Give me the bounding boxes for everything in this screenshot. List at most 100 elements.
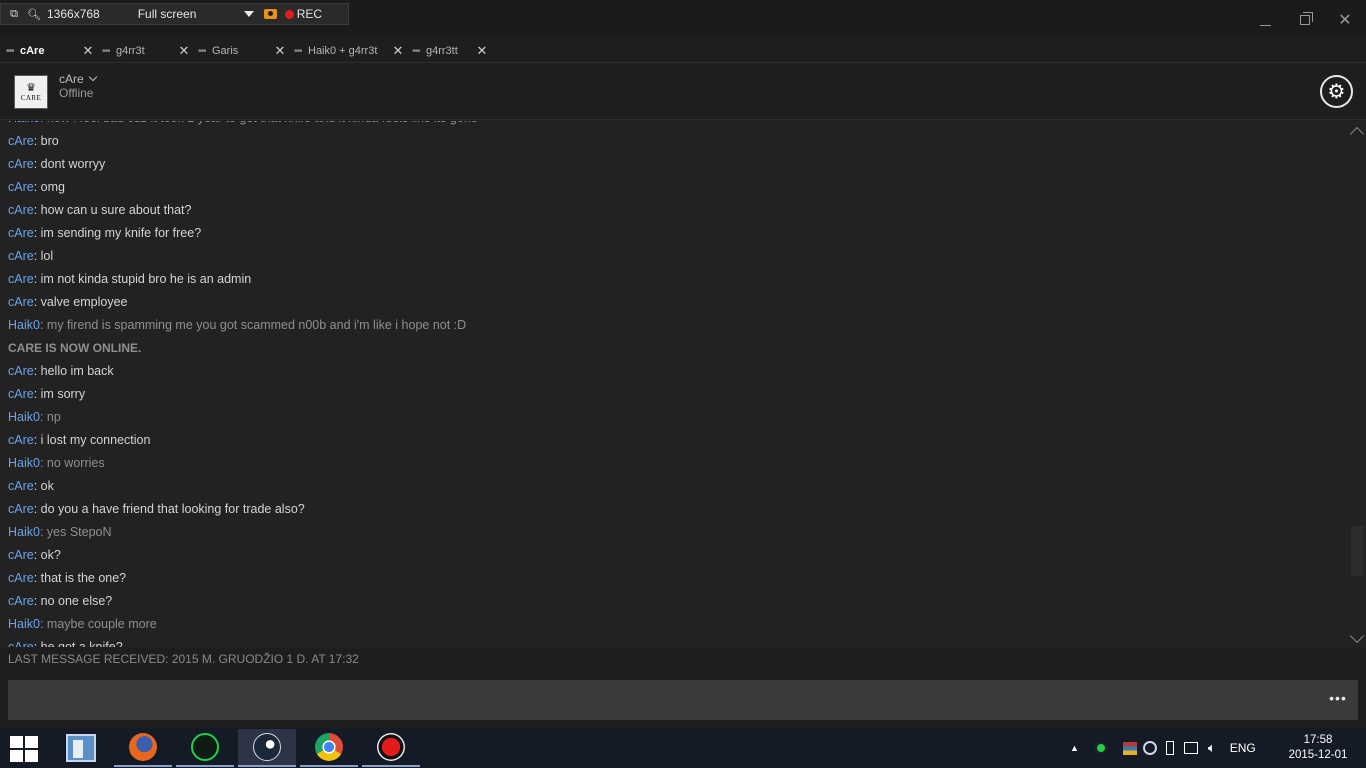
resolution-label: 1366x768 bbox=[47, 7, 100, 21]
message-sender[interactable]: cAre bbox=[8, 249, 34, 263]
taskbar-clock[interactable]: 17:58 2015-12-01 bbox=[1288, 733, 1348, 763]
message-text: dont worryy bbox=[40, 157, 106, 171]
message-sender[interactable]: cAre bbox=[8, 640, 34, 647]
message-sender[interactable]: Haik0 bbox=[8, 121, 40, 125]
chat-message: cAre: im sorry bbox=[8, 383, 1338, 406]
close-window-button[interactable]: ✕ bbox=[1330, 8, 1360, 32]
chat-message: cAre: do you a have friend that looking … bbox=[8, 498, 1338, 521]
windows-logo-icon bbox=[10, 750, 23, 762]
chat-message: Haik0: now i feel bad cuz it took 1 year… bbox=[8, 121, 1338, 130]
taskbar-recorder[interactable] bbox=[362, 729, 420, 767]
message-text: do you a have friend that looking for tr… bbox=[40, 502, 305, 516]
message-text: im sorry bbox=[40, 387, 86, 401]
message-sender[interactable]: cAre bbox=[8, 387, 34, 401]
message-sender[interactable]: cAre bbox=[8, 203, 34, 217]
tab-g4rr3t[interactable]: ••• g4rr3t ✕ bbox=[96, 40, 192, 62]
tab-close-button[interactable]: ✕ bbox=[390, 43, 406, 59]
show-hidden-icons-button[interactable]: ▲ bbox=[1070, 743, 1079, 753]
input-language[interactable]: ENG bbox=[1230, 741, 1256, 755]
message-sender[interactable]: cAre bbox=[8, 502, 34, 516]
chevron-down-icon[interactable] bbox=[243, 11, 254, 17]
settings-button[interactable]: ⚙ bbox=[1320, 75, 1353, 108]
message-sender[interactable]: cAre bbox=[8, 134, 34, 148]
message-sender[interactable]: cAre bbox=[8, 272, 34, 286]
tab-garis[interactable]: ••• Garis ✕ bbox=[192, 40, 288, 62]
message-sender[interactable]: Haik0 bbox=[8, 318, 40, 332]
razer-tray-icon[interactable] bbox=[1094, 742, 1107, 754]
chat-message: cAre: ok? bbox=[8, 544, 1338, 567]
steam-tray-icon[interactable] bbox=[1142, 741, 1157, 755]
message-sender[interactable]: cAre bbox=[8, 548, 34, 562]
winrar-tray-icon[interactable] bbox=[1122, 741, 1137, 755]
tab-close-button[interactable]: ✕ bbox=[176, 43, 192, 59]
record-icon bbox=[377, 733, 405, 761]
tab-label: cAre bbox=[20, 45, 45, 57]
window-select-icon[interactable]: ⧉ bbox=[7, 7, 21, 21]
message-separator: : bbox=[39, 617, 47, 631]
message-separator: : bbox=[33, 548, 41, 562]
message-sender[interactable]: Haik0 bbox=[8, 410, 40, 424]
message-sender[interactable]: cAre bbox=[8, 364, 34, 378]
scroll-down-icon[interactable] bbox=[1349, 628, 1365, 644]
username-dropdown[interactable]: cAre bbox=[59, 72, 97, 86]
message-sender[interactable]: Haik0 bbox=[8, 456, 40, 470]
maximize-button[interactable] bbox=[1290, 8, 1320, 32]
chat-message: Haik0: no worries bbox=[8, 452, 1338, 475]
taskbar-razer-comms[interactable] bbox=[176, 729, 234, 767]
message-text: he got a knife? bbox=[40, 640, 123, 647]
tab-label: g4rr3tt bbox=[426, 45, 458, 57]
chrome-icon bbox=[315, 733, 343, 761]
message-sender[interactable]: cAre bbox=[8, 295, 34, 309]
zoom-icon[interactable]: 🔍︎ bbox=[27, 7, 41, 21]
tab-label: Garis bbox=[212, 45, 239, 57]
tab-close-button[interactable]: ✕ bbox=[80, 43, 96, 59]
start-button[interactable] bbox=[8, 734, 40, 764]
scroll-up-icon[interactable] bbox=[1349, 126, 1365, 142]
message-input[interactable] bbox=[8, 680, 1358, 720]
message-sender[interactable]: cAre bbox=[8, 157, 34, 171]
tab-close-button[interactable]: ✕ bbox=[474, 43, 490, 59]
message-sender[interactable]: Haik0 bbox=[8, 617, 40, 631]
taskbar-firefox[interactable] bbox=[114, 729, 172, 767]
tab-close-button[interactable]: ✕ bbox=[272, 43, 288, 59]
more-options-button[interactable]: ••• bbox=[1326, 690, 1350, 710]
message-separator: : bbox=[40, 121, 47, 125]
tab-care[interactable]: ••• cAre ✕ bbox=[0, 40, 96, 63]
tab-haik0-g4rr3t[interactable]: ••• Haik0 + g4rr3t ✕ bbox=[288, 40, 406, 62]
drag-handle-icon: ••• bbox=[102, 45, 111, 57]
power-icon[interactable] bbox=[1165, 741, 1174, 755]
taskbar-file-explorer[interactable] bbox=[52, 729, 110, 767]
system-tray: ▲ 🔈︎ ENG bbox=[1070, 728, 1256, 768]
capture-mode-select[interactable]: Full screen bbox=[138, 7, 238, 21]
message-separator: : bbox=[33, 134, 41, 148]
window-top-bar: ⧉ 🔍︎ 1366x768 Full screen REC ✕ bbox=[0, 0, 1366, 38]
message-sender[interactable]: cAre bbox=[8, 433, 34, 447]
network-icon[interactable] bbox=[1183, 742, 1198, 754]
crown-icon: ♛ bbox=[26, 81, 36, 94]
message-sender[interactable]: Haik0 bbox=[8, 525, 40, 539]
message-text: im sending my knife for free? bbox=[40, 226, 202, 240]
drag-handle-icon: ••• bbox=[412, 45, 421, 57]
chat-log[interactable]: Haik0: now i feel bad cuz it took 1 year… bbox=[0, 121, 1366, 647]
message-text: np bbox=[46, 410, 61, 424]
message-sender[interactable]: cAre bbox=[8, 479, 34, 493]
message-text: lol bbox=[40, 249, 54, 263]
message-sender[interactable]: cAre bbox=[8, 180, 34, 194]
record-button[interactable]: REC bbox=[297, 7, 322, 21]
scrollbar-thumb[interactable] bbox=[1351, 526, 1363, 576]
minimize-button[interactable] bbox=[1250, 8, 1280, 32]
tab-g4rr3tt[interactable]: ••• g4rr3tt ✕ bbox=[406, 40, 490, 62]
message-sender[interactable]: cAre bbox=[8, 594, 34, 608]
volume-icon[interactable]: 🔈︎ bbox=[1208, 740, 1216, 756]
taskbar-chrome[interactable] bbox=[300, 729, 358, 767]
chat-message: Haik0: np bbox=[8, 406, 1338, 429]
taskbar-steam[interactable] bbox=[238, 729, 296, 767]
chat-tabs: ••• cAre ✕ ••• g4rr3t ✕ ••• Garis ✕ ••• … bbox=[0, 40, 490, 63]
camera-icon[interactable] bbox=[263, 9, 277, 19]
message-sender[interactable]: cAre bbox=[8, 226, 34, 240]
chevron-down-icon bbox=[88, 72, 97, 82]
message-sender[interactable]: cAre bbox=[8, 571, 34, 585]
avatar[interactable]: ♛ CARE bbox=[14, 75, 48, 109]
close-icon: ✕ bbox=[1338, 12, 1352, 29]
taskbar: ▲ 🔈︎ ENG 17:58 2015-12-01 bbox=[0, 728, 1366, 768]
